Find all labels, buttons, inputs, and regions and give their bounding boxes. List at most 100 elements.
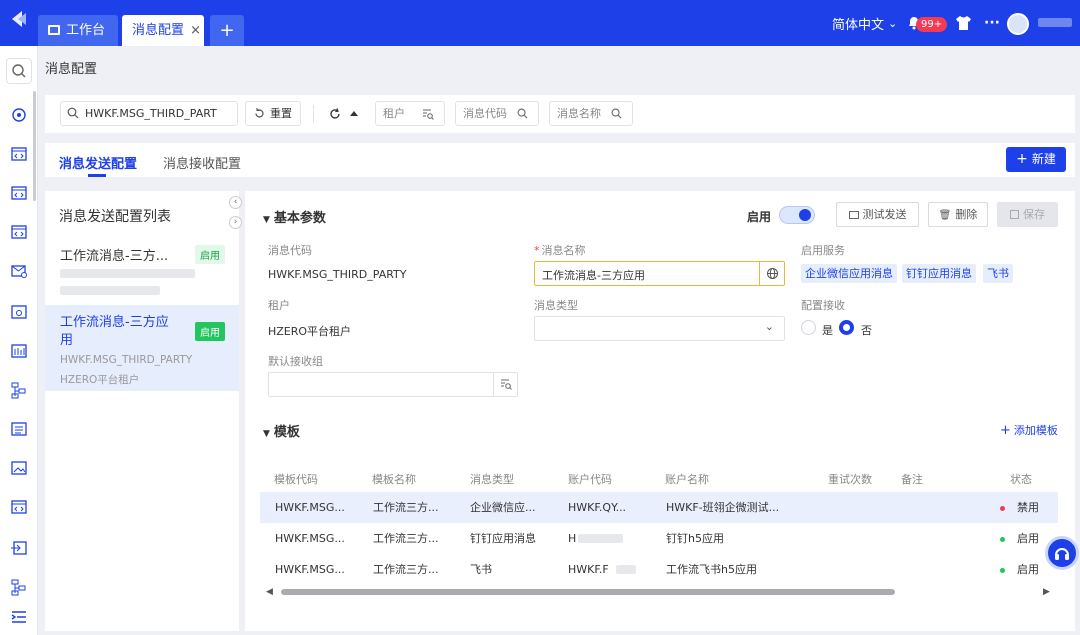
more-icon[interactable]: ··· (984, 0, 1000, 46)
search-value: HWKF.MSG_THIRD_PART (85, 107, 217, 120)
horizontal-scrollbar[interactable] (281, 589, 895, 595)
test-send-label: 测试发送 (862, 208, 907, 221)
config-list-panel: 消息发送配置列表 ‹ › 工作流消息-三方... 启用 工作流消息-三方应用 启… (45, 191, 242, 631)
new-button[interactable]: + 新建 (1006, 147, 1066, 172)
radio-no[interactable] (839, 320, 854, 335)
tenant-filter[interactable]: 租户 (375, 101, 445, 126)
search-icon (67, 107, 79, 119)
settings-window-icon[interactable] (10, 303, 28, 321)
message-code-filter-label: 消息代码 (463, 107, 507, 120)
hierarchy-icon[interactable] (10, 578, 28, 596)
radio-yes[interactable] (801, 320, 816, 335)
add-template-button[interactable]: + 添加模板 (1000, 422, 1058, 438)
delete-button[interactable]: 🗑 删除 (928, 202, 988, 227)
divider (759, 262, 760, 285)
account-code: HWKF.QY... (568, 501, 627, 514)
status-text: 禁用 (1017, 501, 1039, 514)
status-text: 启用 (1017, 532, 1039, 545)
collapse-up-icon[interactable] (349, 109, 359, 119)
tab-workbench[interactable]: 工作台 (38, 15, 118, 46)
tab-message-config[interactable]: 消息配置 × (122, 15, 204, 46)
column-header: 模板名称 (372, 473, 416, 486)
plus-icon: + (1016, 151, 1028, 167)
expand-right-button[interactable]: › (229, 216, 242, 229)
test-send-button[interactable]: 测试发送 (836, 202, 919, 227)
code-window-icon[interactable] (10, 223, 28, 241)
table-row[interactable]: HWKF.MSG... 工作流三方... 飞书 HWKF.F 工作流飞书h5应用… (260, 554, 1058, 585)
refresh-icon[interactable] (329, 108, 341, 120)
default-group-input[interactable] (268, 372, 518, 397)
search-icon[interactable] (6, 58, 32, 84)
globe-icon[interactable] (10, 106, 28, 124)
app-logo[interactable] (8, 8, 30, 30)
message-type-label: 消息类型 (534, 299, 578, 312)
message-name-filter[interactable]: 消息名称 (549, 101, 633, 126)
status-dot (1000, 567, 1005, 573)
account-name: 工作流飞书h5应用 (666, 563, 757, 576)
column-header: 备注 (901, 473, 923, 486)
config-receive-label: 配置接收 (801, 299, 845, 312)
tab-message-receive[interactable]: 消息接收配置 (163, 153, 241, 172)
code-window-icon[interactable] (10, 184, 28, 202)
services-label: 启用服务 (801, 244, 845, 257)
save-button[interactable]: 保存 (997, 202, 1058, 227)
search-icon (517, 108, 528, 119)
divider (313, 105, 314, 123)
message-settings-icon[interactable] (10, 262, 28, 280)
required-mark: * (534, 244, 540, 257)
table-row[interactable]: HWKF.MSG... 工作流三方... 钉钉应用消息 H 钉钉h5应用 启用 (260, 523, 1058, 554)
column-header: 状态 (1010, 473, 1032, 486)
sidebar-scrollbar[interactable] (33, 91, 36, 201)
image-icon (848, 211, 859, 219)
table-row[interactable]: HWKF.MSG... 工作流三方... 企业微信应... HWKF.QY...… (260, 492, 1058, 523)
message-name-input[interactable]: 工作流消息-三方应用 (534, 261, 785, 286)
shirt-icon[interactable] (955, 15, 972, 31)
lookup-icon (423, 109, 434, 120)
close-icon[interactable]: × (190, 23, 201, 38)
status-badge: 启用 (195, 245, 225, 264)
status: 启用 (1000, 554, 1039, 585)
top-bar: 工作台 消息配置 × + 简体中文 ⌄ 99+ ··· (0, 0, 1080, 46)
code-window-icon[interactable] (10, 498, 28, 516)
menu-collapse-icon[interactable] (10, 608, 28, 626)
add-tab-button[interactable]: + (210, 15, 244, 46)
divider (493, 373, 494, 396)
globe-icon[interactable] (766, 267, 779, 280)
message-code-filter[interactable]: 消息代码 (455, 101, 539, 126)
column-header: 模板代码 (274, 473, 318, 486)
status: 禁用 (1000, 492, 1039, 523)
lookup-icon[interactable] (500, 378, 512, 390)
language-select[interactable]: 简体中文 ⌄ (832, 0, 897, 46)
message-name-value: 工作流消息-三方应用 (542, 269, 645, 282)
list-item[interactable]: 工作流消息-三方应用 启用 HWKF.MSG_THIRD_PARTY HZERO… (45, 305, 239, 391)
message-type-select[interactable]: ⌄ (534, 316, 785, 341)
enable-toggle[interactable] (779, 206, 815, 224)
main-area: 消息配置 HWKF.MSG_THIRD_PART 重置 租户 消息代码 消息名称… (38, 46, 1080, 635)
image-window-icon[interactable] (10, 459, 28, 477)
section-template[interactable]: ▼ 模板 (263, 421, 300, 440)
help-float-button[interactable] (1045, 536, 1079, 570)
scroll-right-icon[interactable]: ▶ (1043, 587, 1050, 597)
reset-button[interactable]: 重置 (245, 101, 301, 126)
sidebar (0, 46, 38, 635)
login-icon[interactable] (10, 539, 28, 557)
avatar[interactable] (1007, 13, 1029, 35)
template-name: 工作流三方... (373, 501, 439, 514)
tenant-filter-label: 租户 (383, 107, 405, 120)
scroll-left-icon[interactable]: ◀ (266, 587, 273, 597)
code-window-icon[interactable] (10, 145, 28, 163)
list-item[interactable]: 工作流消息-三方... 启用 (45, 233, 239, 303)
page-tabs: 消息发送配置 消息接收配置 (45, 143, 1075, 177)
detail-panel: ▼ 基本参数 启用 测试发送 🗑 删除 保存 消息代码 HWKF.MSG_THIRD… (245, 191, 1075, 631)
collapse-left-button[interactable]: ‹ (229, 196, 242, 209)
tab-message-send[interactable]: 消息发送配置 (59, 153, 137, 172)
section-basic-title: 基本参数 (273, 211, 326, 226)
bar-chart-icon[interactable] (10, 342, 28, 360)
section-basic-params[interactable]: ▼ 基本参数 (263, 207, 326, 226)
plus-icon: + (1000, 423, 1011, 438)
list-window-icon[interactable] (10, 420, 28, 438)
column-header: 消息类型 (470, 473, 514, 486)
template-code: HWKF.MSG... (275, 563, 345, 576)
search-input[interactable]: HWKF.MSG_THIRD_PART (60, 101, 238, 126)
hierarchy-icon[interactable] (10, 381, 28, 399)
